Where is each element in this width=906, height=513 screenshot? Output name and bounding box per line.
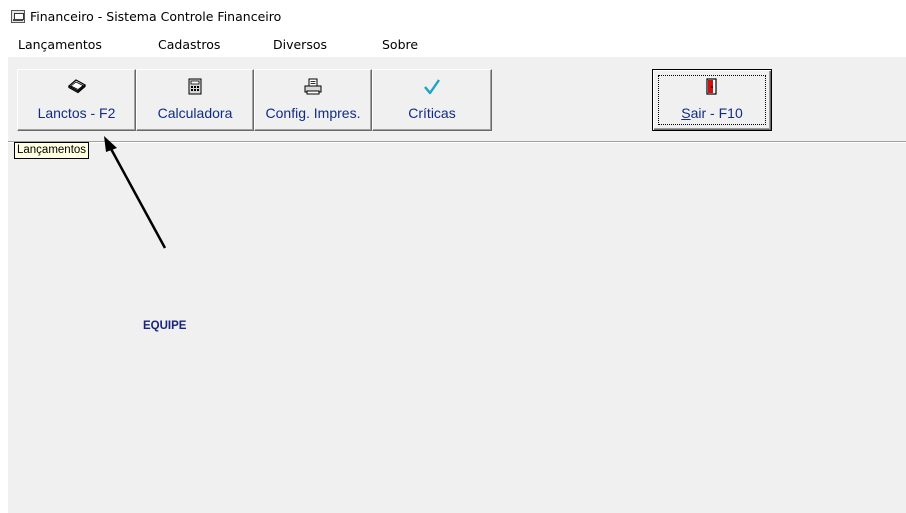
- arrow-head: [104, 136, 117, 152]
- equipe-label: EQUIPE: [143, 320, 187, 332]
- annotation-arrow: [104, 136, 167, 249]
- arrow-shaft: [108, 146, 167, 249]
